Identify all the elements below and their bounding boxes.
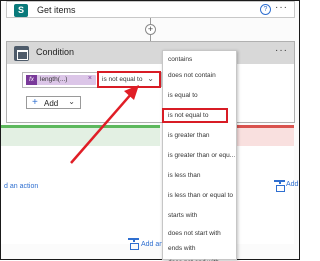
annotation-arrow [70, 85, 139, 164]
arrow-shaft [70, 92, 133, 164]
